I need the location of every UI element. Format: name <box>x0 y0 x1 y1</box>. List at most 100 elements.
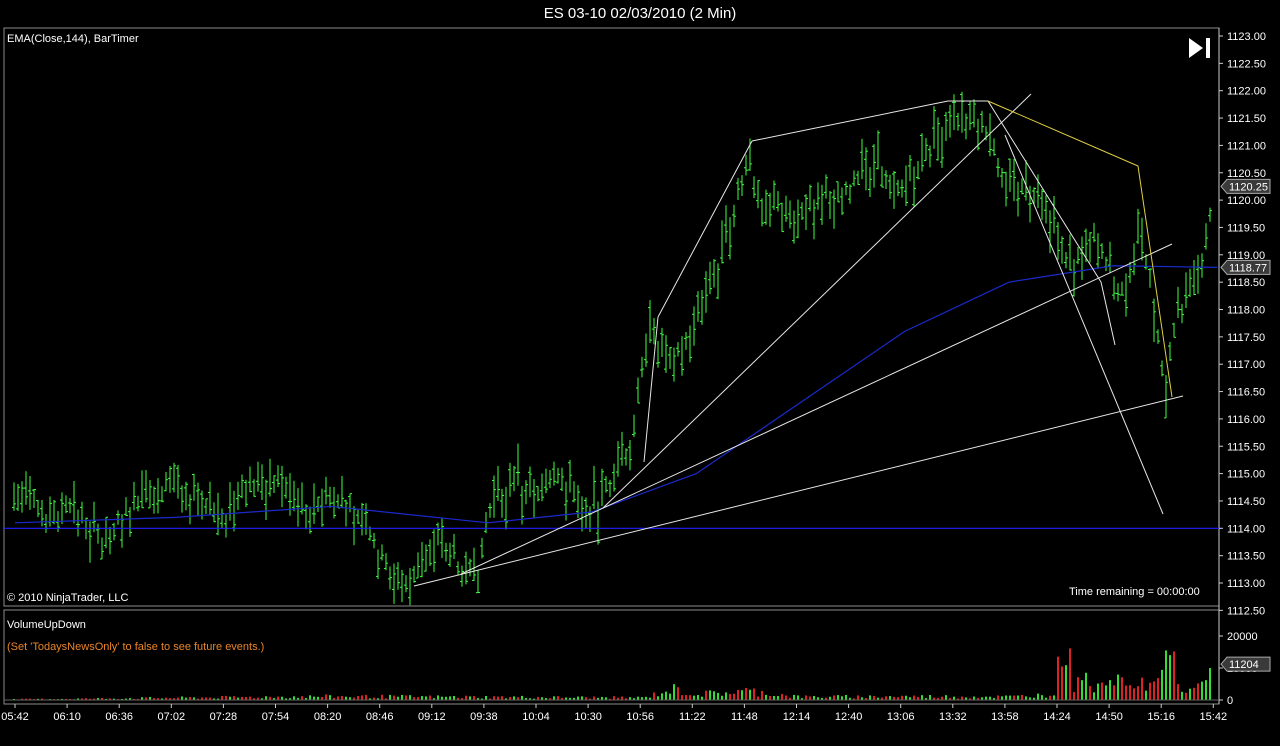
volume-bar <box>453 695 455 700</box>
price-axis-label: 1120.00 <box>1227 195 1266 207</box>
volume-bar <box>357 696 359 700</box>
volume-bar <box>761 690 763 700</box>
trendline <box>1004 134 1164 515</box>
volume-bar <box>513 696 515 700</box>
volume-bar <box>1013 695 1015 700</box>
volume-bar <box>1157 678 1159 700</box>
price-axis-label: 1113.50 <box>1227 551 1265 563</box>
volume-bar <box>813 695 815 700</box>
volume-bar <box>841 696 843 700</box>
volume-bar <box>953 696 955 700</box>
volume-bar <box>473 696 475 700</box>
price-axis-label: 1112.50 <box>1227 605 1265 617</box>
volume-bar <box>181 696 183 700</box>
volume-bar <box>901 695 903 700</box>
volume-bar <box>465 695 467 700</box>
trendline <box>1100 281 1116 346</box>
volume-bar <box>1073 692 1075 700</box>
volume-bar <box>1145 690 1147 700</box>
time-axis-label: 06:10 <box>53 711 81 723</box>
volume-bar <box>325 694 327 700</box>
volume-bar <box>341 695 343 700</box>
volume-bar <box>1193 687 1195 700</box>
volume-bar <box>765 694 767 700</box>
time-axis-label: 12:14 <box>783 711 811 723</box>
volume-bar <box>797 695 799 700</box>
price-axis-label: 1123.00 <box>1227 31 1266 43</box>
volume-bar <box>837 695 839 700</box>
volume-bar <box>913 695 915 700</box>
volume-bar <box>1097 683 1099 700</box>
volume-bar <box>1137 686 1139 700</box>
time-axis-label: 07:28 <box>210 711 238 723</box>
volume-bar <box>429 695 431 700</box>
chart-canvas[interactable]: 1112.50 1113.00 1113.50 1114.00 1114.50 1115.… <box>0 0 1280 746</box>
time-axis-label: 15:16 <box>1147 711 1175 723</box>
volume-bar <box>309 695 311 700</box>
go-to-end-icon[interactable] <box>1187 36 1213 60</box>
price-axis-label: 1122.00 <box>1227 86 1266 98</box>
volume-bar <box>685 695 687 700</box>
volume-bar <box>705 690 707 700</box>
time-axis-label: 15:42 <box>1200 711 1228 723</box>
volume-bar <box>425 696 427 700</box>
last-volume-tag-text: 11204 <box>1229 659 1259 671</box>
volume-bar <box>277 696 279 700</box>
volume-bar <box>1165 650 1167 700</box>
volume-bar <box>485 695 487 700</box>
ema-144-line <box>14 265 1218 524</box>
volume-bar <box>677 687 679 700</box>
volume-bar <box>681 695 683 700</box>
time-axis-label: 08:20 <box>314 711 342 723</box>
volume-bar <box>1177 684 1179 700</box>
volume-panel-frame <box>3 609 1220 705</box>
volume-bar <box>225 695 227 700</box>
volume-bar <box>1049 695 1051 700</box>
volume-bar <box>657 696 659 700</box>
price-axis-label: 1116.50 <box>1227 387 1265 399</box>
volume-bar <box>501 696 503 700</box>
volume-bar <box>737 689 739 700</box>
volume-axis-label: 20000 <box>1227 631 1258 643</box>
volume-bar <box>785 695 787 700</box>
volume-bar <box>405 695 407 700</box>
volume-bar <box>1129 685 1131 700</box>
time-axis-label: 10:56 <box>626 711 654 723</box>
volume-bar <box>1201 681 1203 700</box>
volume-axis-label: 0 <box>1227 695 1233 707</box>
price-axis-label: 1118.50 <box>1227 277 1265 289</box>
time-axis-label: 14:50 <box>1095 711 1123 723</box>
time-axis-label: 06:36 <box>105 711 133 723</box>
volume-bar <box>689 695 691 700</box>
volume-bar <box>1101 682 1103 700</box>
volume-bar <box>1109 680 1111 700</box>
volume-bar <box>265 696 267 700</box>
volume-bar <box>921 695 923 700</box>
volume-bar <box>1133 688 1135 700</box>
trendline <box>751 100 949 142</box>
volume-bar <box>905 695 907 700</box>
volume-bar <box>313 696 315 700</box>
volume-bar <box>833 695 835 700</box>
volume-bar <box>233 696 235 700</box>
volume-bar <box>869 695 871 700</box>
volume-bar <box>301 696 303 700</box>
volume-bar <box>1093 692 1095 700</box>
volume-bar <box>889 696 891 700</box>
volume-bar <box>749 689 751 700</box>
price-axis-label: 1116.00 <box>1227 414 1265 426</box>
volume-bar <box>577 696 579 700</box>
time-axis-label: 13:58 <box>991 711 1019 723</box>
time-remaining-text: Time remaining = 00:00:00 <box>1069 586 1200 598</box>
volume-bar <box>1025 696 1027 700</box>
volume-bar <box>725 692 727 700</box>
volume-bar <box>781 693 783 700</box>
volume-bar <box>973 696 975 700</box>
volume-bar <box>401 694 403 700</box>
time-axis-label: 09:38 <box>470 711 498 723</box>
volume-bar <box>1149 682 1151 700</box>
volume-bar <box>945 695 947 700</box>
volume-bar <box>1085 672 1087 700</box>
volume-bars <box>13 648 1211 701</box>
volume-bar <box>409 695 411 700</box>
